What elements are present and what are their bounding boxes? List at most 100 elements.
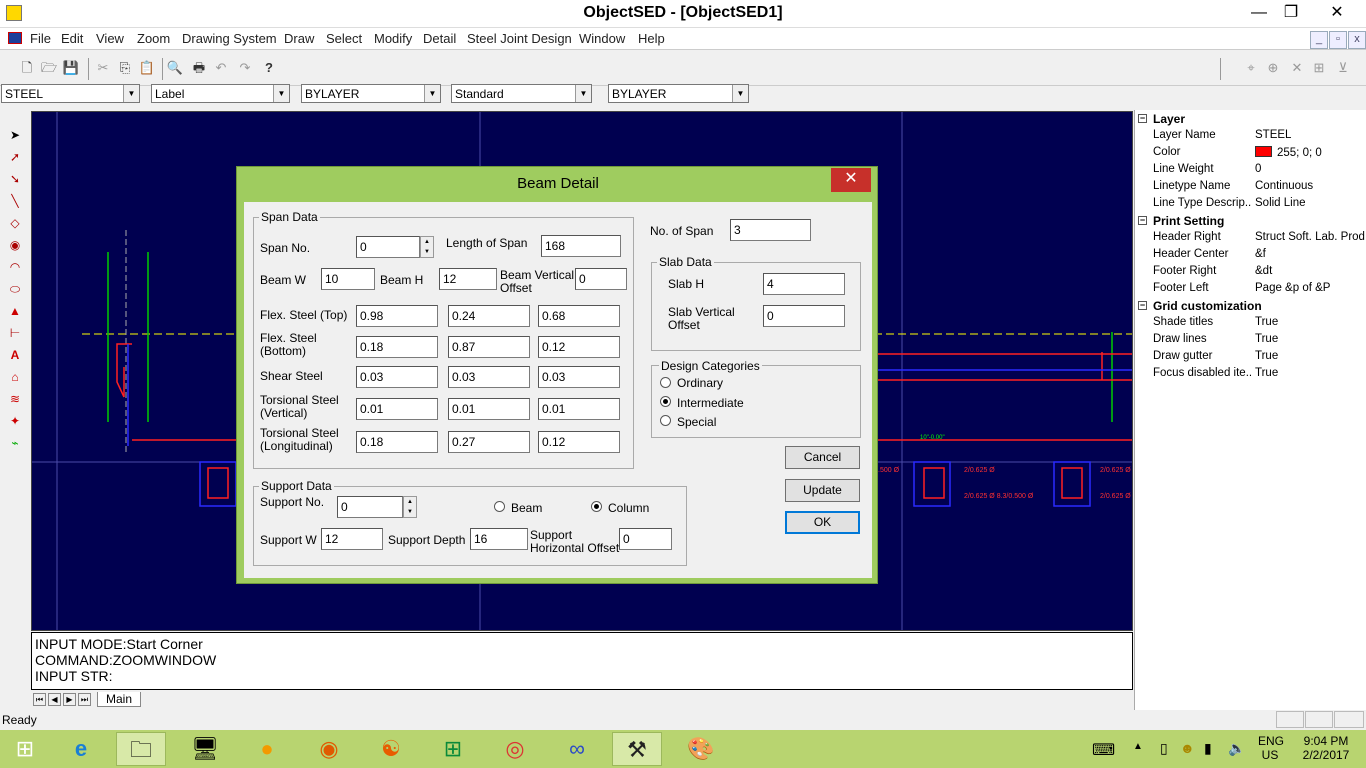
support-depth-input[interactable]: 16 — [470, 528, 528, 550]
property-value[interactable]: Solid Line — [1255, 197, 1366, 209]
internet-explorer-icon[interactable]: e — [56, 732, 106, 766]
property-value[interactable]: True — [1255, 367, 1366, 379]
radio-ordinary[interactable] — [660, 377, 671, 388]
battery-icon[interactable]: ▯ — [1160, 740, 1168, 757]
print-preview-icon[interactable]: 🔍 — [166, 59, 184, 77]
steel-value-input[interactable]: 0.18 — [356, 336, 438, 358]
menu-draw[interactable]: Draw — [284, 31, 314, 46]
file-explorer-icon[interactable]: 🗀 — [116, 732, 166, 766]
first-tab-icon[interactable]: ⏮ — [33, 693, 46, 706]
property-category[interactable]: − Grid customization — [1135, 297, 1366, 314]
close-button[interactable]: ✕ — [1314, 0, 1360, 28]
property-value[interactable]: Continuous — [1255, 180, 1366, 192]
help-icon[interactable]: ? — [260, 59, 278, 77]
support-no-input[interactable]: 0 — [337, 496, 403, 518]
steel-value-input[interactable]: 0.03 — [448, 366, 530, 388]
support-horizontal-offset-input[interactable]: 0 — [619, 528, 672, 550]
property-value[interactable]: 255; 0; 0 — [1255, 146, 1366, 159]
radio-intermediate[interactable] — [660, 396, 671, 407]
property-row[interactable]: Draw gutter True — [1135, 348, 1366, 365]
span-no-input[interactable]: 0 — [356, 236, 420, 258]
cancel-button[interactable]: Cancel — [785, 446, 860, 469]
open-folder-icon[interactable]: 🗁 — [40, 59, 58, 77]
uc-browser-icon[interactable]: ☯ — [366, 732, 416, 766]
color-select[interactable]: BYLAYER ▼ — [301, 84, 441, 103]
maximize-button[interactable]: ❐ — [1268, 0, 1314, 28]
menu-steel-joint-design[interactable]: Steel Joint Design — [467, 31, 572, 46]
start-button-icon[interactable]: ⊞ — [0, 732, 50, 766]
undo-icon[interactable]: ↶ — [212, 59, 230, 77]
property-value[interactable]: 0 — [1255, 163, 1366, 175]
signal-icon[interactable]: ▮ — [1204, 740, 1212, 757]
steel-value-input[interactable]: 0.01 — [448, 398, 530, 420]
leader-icon[interactable]: ⌁ — [6, 434, 24, 452]
tab-main[interactable]: Main — [97, 692, 141, 707]
steel-value-input[interactable]: 0.01 — [538, 398, 620, 420]
property-value[interactable]: True — [1255, 333, 1366, 345]
length-input[interactable]: 168 — [541, 235, 621, 257]
arc-icon[interactable]: ◠ — [6, 258, 24, 276]
property-row[interactable]: Header Right Struct Soft. Lab. Prod... — [1135, 229, 1366, 246]
radio-special[interactable] — [660, 415, 671, 426]
tray-app-icon[interactable]: ☻ — [1180, 740, 1195, 756]
support-w-input[interactable]: 12 — [321, 528, 383, 550]
snap-icon[interactable]: ⌖ — [1242, 59, 1260, 77]
objectsed-taskbar-icon[interactable]: ⚒ — [612, 732, 662, 766]
clock[interactable]: 9:04 PM 2/2/2017 — [1296, 734, 1356, 762]
update-button[interactable]: Update — [785, 479, 860, 502]
steel-value-input[interactable]: 0.27 — [448, 431, 530, 453]
target-icon[interactable]: ⊕ — [1264, 59, 1282, 77]
steel-value-input[interactable]: 0.03 — [356, 366, 438, 388]
paste-icon[interactable]: 📋 — [138, 59, 156, 77]
menu-zoom[interactable]: Zoom — [137, 31, 170, 46]
cross-icon[interactable]: ✕ — [1288, 59, 1306, 77]
textstyle-select[interactable]: Standard ▼ — [451, 84, 592, 103]
network-app-icon[interactable]: 🖥 — [180, 732, 230, 766]
slab-vertical-offset-input[interactable]: 0 — [763, 305, 845, 327]
property-value[interactable]: STEEL — [1255, 129, 1366, 141]
steel-value-input[interactable]: 0.01 — [356, 398, 438, 420]
style-select[interactable]: Label ▼ — [151, 84, 290, 103]
steel-value-input[interactable]: 0.98 — [356, 305, 438, 327]
span-no-spinner[interactable]: ▲ ▼ — [420, 236, 434, 258]
firefox-icon[interactable]: ◉ — [304, 732, 354, 766]
spline-icon[interactable]: ≋ — [6, 390, 24, 408]
property-row[interactable]: Layer Name STEEL — [1135, 127, 1366, 144]
property-row[interactable]: Footer Right &dt — [1135, 263, 1366, 280]
property-row[interactable]: Line Weight 0 — [1135, 161, 1366, 178]
property-row[interactable]: Draw lines True — [1135, 331, 1366, 348]
steel-value-input[interactable]: 0.12 — [538, 336, 620, 358]
hatch-icon[interactable]: ▲ — [6, 302, 24, 320]
property-row[interactable]: Focus disabled ite... True — [1135, 365, 1366, 382]
steel-value-input[interactable]: 0.18 — [356, 431, 438, 453]
collapse-icon[interactable]: − — [1138, 301, 1147, 310]
menu-help[interactable]: Help — [638, 31, 665, 46]
show-hidden-icons[interactable]: ▲ — [1133, 741, 1143, 752]
circle-icon[interactable]: ◉ — [6, 236, 24, 254]
property-row[interactable]: Header Center &f — [1135, 246, 1366, 263]
property-row[interactable]: Linetype Name Continuous — [1135, 178, 1366, 195]
menu-drawing-system[interactable]: Drawing System — [182, 31, 277, 46]
dimension-icon[interactable]: ⊢ — [6, 324, 24, 342]
property-value[interactable]: &dt — [1255, 265, 1366, 277]
property-row[interactable]: Footer Left Page &p of &P — [1135, 280, 1366, 297]
layer-select[interactable]: STEEL ▼ — [1, 84, 140, 103]
linetype-select[interactable]: BYLAYER ▼ — [608, 84, 749, 103]
no-of-span-input[interactable]: 3 — [730, 219, 811, 241]
menu-window[interactable]: Window — [579, 31, 625, 46]
next-tab-icon[interactable]: ▶ — [63, 693, 76, 706]
beam-h-input[interactable]: 12 — [439, 268, 497, 290]
dialog-close-button[interactable]: ✕ — [831, 168, 871, 192]
mdi-minimize-button[interactable]: _ — [1310, 31, 1328, 49]
ortho-icon[interactable]: ⊻ — [1334, 59, 1352, 77]
command-window[interactable]: INPUT MODE:Start Corner COMMAND:ZOOMWIND… — [31, 632, 1133, 690]
menu-select[interactable]: Select — [326, 31, 362, 46]
property-category[interactable]: − Layer — [1135, 110, 1366, 127]
property-value[interactable]: Page &p of &P — [1255, 282, 1366, 294]
line-icon[interactable]: ╲ — [6, 192, 24, 210]
menu-view[interactable]: View — [96, 31, 124, 46]
keyboard-icon[interactable]: ⌨ — [1092, 740, 1115, 760]
menu-edit[interactable]: Edit — [61, 31, 83, 46]
radio-beam[interactable] — [494, 501, 505, 512]
collapse-icon[interactable]: − — [1138, 216, 1147, 225]
